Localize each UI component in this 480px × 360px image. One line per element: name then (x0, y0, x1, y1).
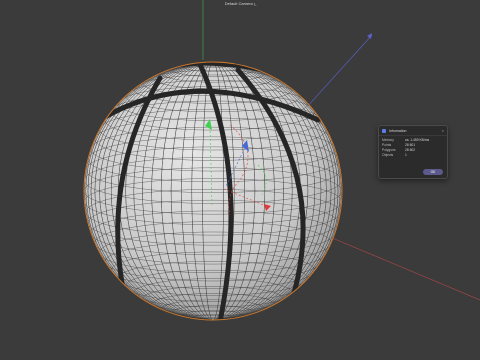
info-row-objects: Objects 1 (382, 153, 444, 158)
basketball-mesh[interactable] (83, 60, 343, 322)
3d-viewport[interactable] (0, 0, 480, 360)
dialog-title: Information (389, 128, 407, 133)
info-label: Objects (382, 153, 394, 157)
dialog-titlebar[interactable]: Information × (379, 126, 447, 136)
world-axis-x-line (317, 231, 480, 301)
close-icon[interactable]: × (442, 128, 444, 133)
info-value: 1 (405, 153, 407, 157)
app-icon (382, 128, 386, 133)
camera-label[interactable]: Default Camera •̲ (0, 1, 480, 6)
info-rows: Memory ca. 1.459 KB/ms Points 28 601 Pol… (379, 136, 447, 158)
information-dialog: Information × Memory ca. 1.459 KB/ms Poi… (378, 125, 448, 179)
ok-button[interactable]: OK (423, 169, 443, 175)
